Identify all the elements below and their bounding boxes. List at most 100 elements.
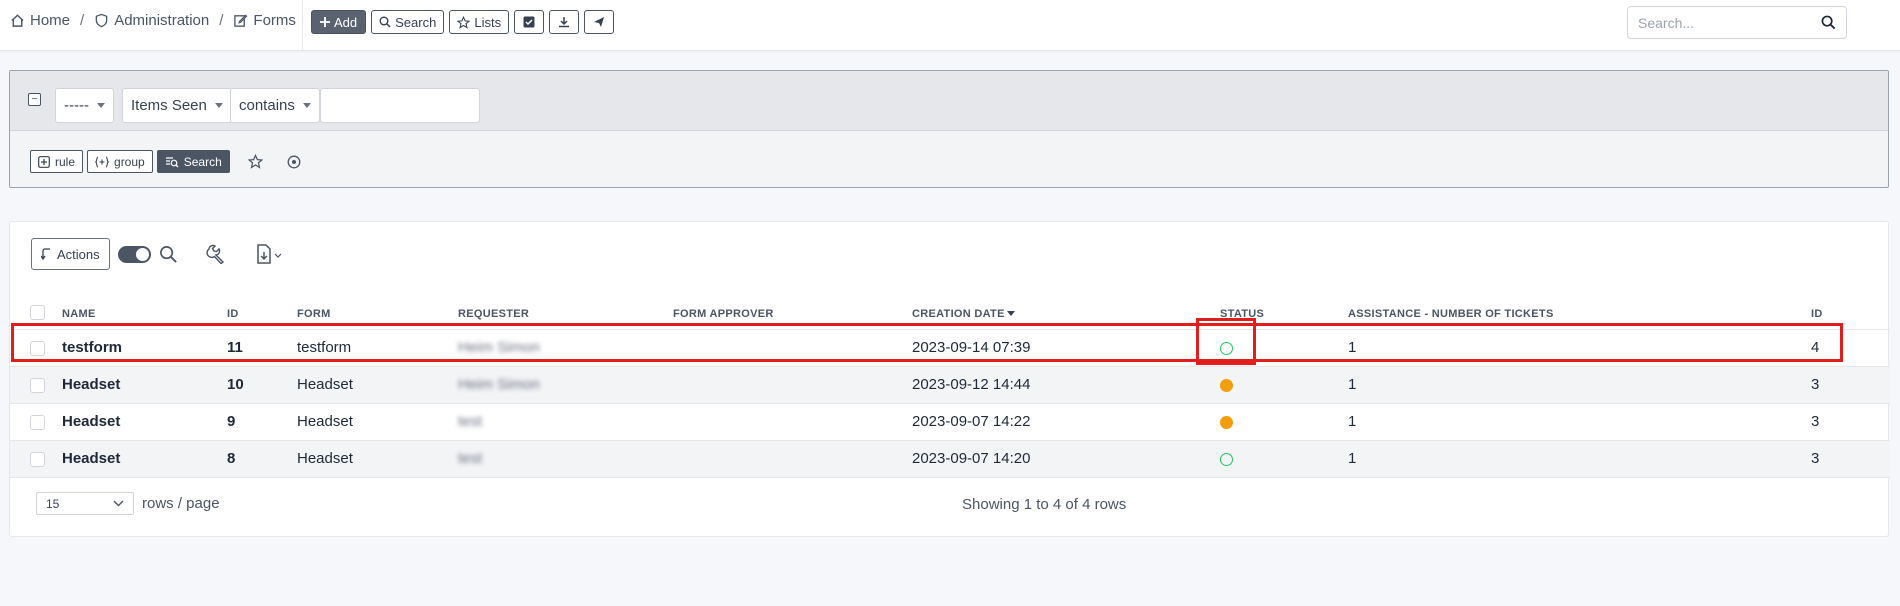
cell-approver <box>673 366 912 404</box>
status-open-icon <box>1220 452 1233 466</box>
collapse-icon[interactable]: − <box>28 93 41 106</box>
cell-approver <box>673 403 912 441</box>
breadcrumb-administration[interactable]: Administration <box>94 12 209 29</box>
operator-select[interactable]: contains <box>230 88 320 123</box>
cell-name[interactable]: testform <box>62 329 227 367</box>
requester-blurred: Heim Simon <box>458 376 540 393</box>
select-all-checkbox[interactable] <box>30 304 45 320</box>
select-all-cell <box>10 292 62 330</box>
cell-name[interactable]: Headset <box>62 440 227 478</box>
row-checkbox[interactable] <box>30 451 45 467</box>
column-header-requester[interactable]: REQUESTER <box>458 292 673 330</box>
cell-name[interactable]: Headset <box>62 366 227 404</box>
cell-date: 2023-09-12 14:44 <box>912 366 1220 404</box>
global-search-input[interactable] <box>1638 14 1821 31</box>
column-header-form-approver[interactable]: FORM APPROVER <box>673 292 912 330</box>
status-open-icon <box>1220 341 1233 355</box>
chevron-down-icon <box>214 103 223 108</box>
column-header-creation-date[interactable]: CREATION DATE <box>912 292 1220 330</box>
filter-actions: rule group Search <box>30 150 306 173</box>
search-icon[interactable] <box>159 245 178 264</box>
requester-blurred: test <box>458 450 483 467</box>
row-select-cell <box>10 440 62 478</box>
edit-icon <box>234 14 248 27</box>
check-button[interactable] <box>514 10 545 34</box>
sort-desc-icon <box>1006 311 1015 317</box>
breadcrumb-administration-label: Administration <box>114 12 210 29</box>
global-search[interactable] <box>1627 6 1847 39</box>
export-button[interactable] <box>549 10 580 34</box>
cell-id: 10 <box>227 366 297 404</box>
cell-form: Headset <box>297 366 458 404</box>
breadcrumb-home-label: Home <box>30 12 71 29</box>
operator-select-value: contains <box>239 97 295 114</box>
criteria-select[interactable]: Items Seen <box>122 88 232 123</box>
reset-circle-icon[interactable] <box>282 150 306 173</box>
filter-criteria-row: − ----- Items Seen contains <box>10 71 1888 131</box>
paper-plane-icon <box>594 17 605 27</box>
row-checkbox[interactable] <box>30 377 45 393</box>
cell-approver <box>673 440 912 478</box>
add-button[interactable]: Add <box>311 10 367 34</box>
breadcrumb-forms[interactable]: Forms <box>233 12 296 29</box>
filter-panel: − ----- Items Seen contains rule group S… <box>9 70 1889 188</box>
add-rule-label: rule <box>55 154 76 169</box>
filter-search-button[interactable]: Search <box>156 150 230 173</box>
table-row[interactable]: testform 11 testform Heim Simon 2023-09-… <box>10 329 1890 367</box>
column-header-tickets[interactable]: ASSISTANCE - NUMBER OF TICKETS <box>1348 292 1811 330</box>
table-row[interactable]: Headset 8 Headset test 2023-09-07 14:20 … <box>10 440 1890 478</box>
chevron-down-icon <box>302 103 311 108</box>
breadcrumb: Home / Administration / Forms <box>10 12 296 29</box>
top-bar: Home / Administration / Forms Add Search… <box>0 0 1900 51</box>
breadcrumb-forms-label: Forms <box>253 12 296 29</box>
cell-requester: test <box>458 403 673 441</box>
table-row[interactable]: Headset 10 Headset Heim Simon 2023-09-12… <box>10 366 1890 404</box>
view-toggle[interactable] <box>117 245 151 263</box>
row-checkbox[interactable] <box>30 340 45 356</box>
results-toolbar: Actions <box>31 238 284 270</box>
rows-per-page-label: rows / page <box>142 495 220 512</box>
column-header-status[interactable]: STATUS <box>1220 292 1348 330</box>
home-icon <box>11 14 24 27</box>
send-button[interactable] <box>584 10 615 34</box>
search-icon[interactable] <box>1821 15 1836 30</box>
row-checkbox[interactable] <box>30 414 45 430</box>
cell-id: 9 <box>227 403 297 441</box>
table-footer: 15 rows / page Showing 1 to 4 of 4 rows <box>10 480 1890 538</box>
wrench-icon[interactable] <box>206 244 226 264</box>
cell-approver <box>673 329 912 367</box>
star-icon[interactable] <box>244 150 268 173</box>
download-icon <box>559 17 570 28</box>
add-rule-button[interactable]: rule <box>30 150 84 173</box>
column-header-name[interactable]: NAME <box>62 292 227 330</box>
column-header-id[interactable]: ID <box>227 292 297 330</box>
cell-name[interactable]: Headset <box>62 403 227 441</box>
lists-button[interactable]: Lists <box>449 10 510 34</box>
add-group-button[interactable]: group <box>87 150 153 173</box>
filter-value-input[interactable] <box>320 88 480 123</box>
field-select[interactable]: ----- <box>55 88 114 123</box>
cell-date: 2023-09-07 14:20 <box>912 440 1220 478</box>
add-button-label: Add <box>334 14 358 30</box>
actions-button[interactable]: Actions <box>31 238 110 270</box>
cell-form: testform <box>297 329 458 367</box>
search-button[interactable]: Search <box>371 10 445 34</box>
field-select-value: ----- <box>64 97 89 114</box>
cell-requester: Heim Simon <box>458 366 673 404</box>
filter-search-label: Search <box>183 154 222 169</box>
table-header-row: NAME ID FORM REQUESTER FORM APPROVER CRE… <box>10 292 1890 330</box>
chevron-down-icon <box>113 500 124 507</box>
cell-id2: 3 <box>1811 366 1890 404</box>
table-row[interactable]: Headset 9 Headset test 2023-09-07 14:22 … <box>10 403 1890 441</box>
shield-icon <box>95 13 108 28</box>
column-header-id2[interactable]: ID <box>1811 292 1890 330</box>
braces-plus-icon <box>95 155 110 168</box>
cell-status <box>1220 403 1348 441</box>
cell-form: Headset <box>297 403 458 441</box>
breadcrumb-home[interactable]: Home <box>10 12 70 29</box>
export-file-icon[interactable] <box>256 244 284 264</box>
page-size-select[interactable]: 15 <box>36 492 134 515</box>
column-header-form[interactable]: FORM <box>297 292 458 330</box>
search-button-label: Search <box>395 14 437 30</box>
cell-status <box>1220 366 1348 404</box>
